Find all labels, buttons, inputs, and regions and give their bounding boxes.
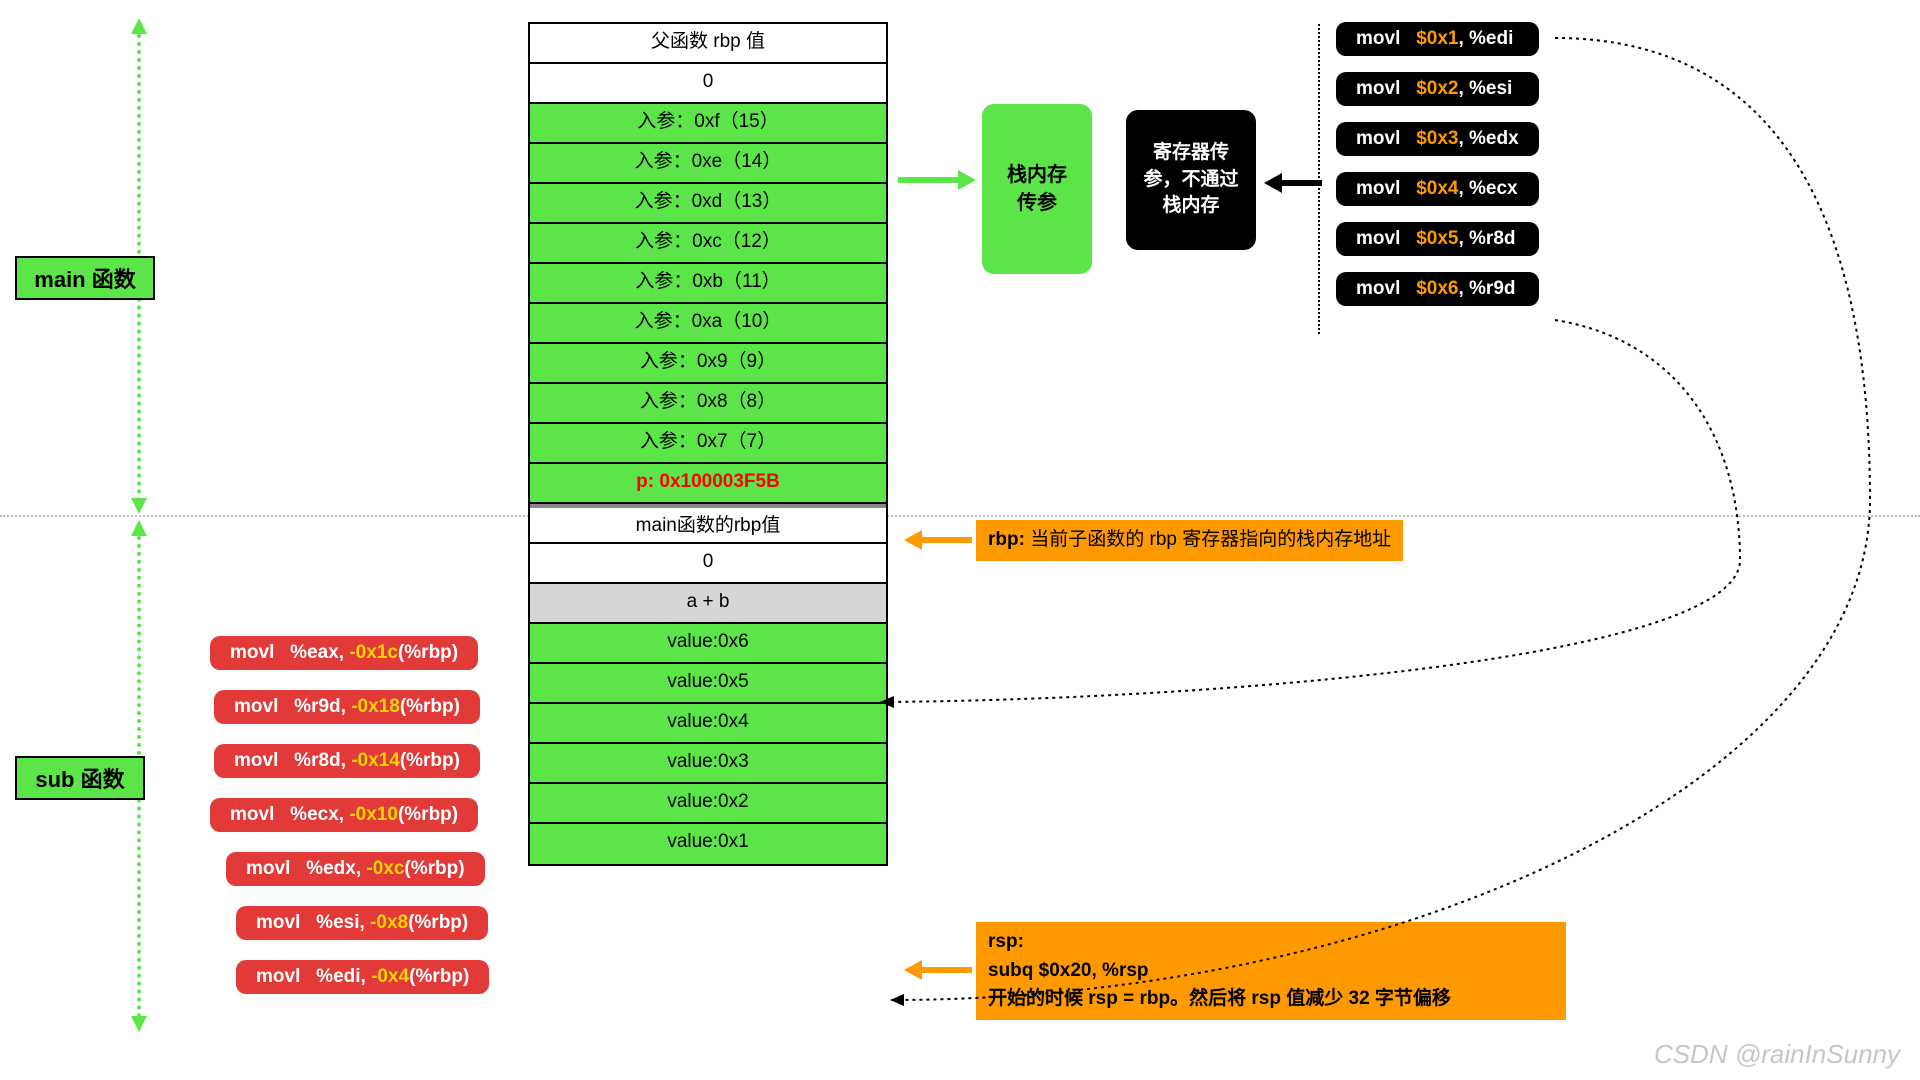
asm-left-item: movl %edi, -0x4(%rbp) — [236, 960, 489, 994]
stack-row: 入参：0xa（10） — [530, 304, 886, 344]
stack-row: 入参：0xf（15） — [530, 104, 886, 144]
black-callout: 寄存器传参，不通过栈内存 — [1126, 110, 1256, 250]
asm-right-item: movl $0x6, %r9d — [1336, 272, 1539, 306]
stack-row: value:0x5 — [530, 664, 886, 704]
stack-row-ab: a + b — [530, 584, 886, 624]
asm-right-list: movl $0x1, %edi movl $0x2, %esi movl $0x… — [1336, 22, 1539, 306]
stack-row: value:0x3 — [530, 744, 886, 784]
stack-row: value:0x4 — [530, 704, 886, 744]
stack-row: 0 — [530, 64, 886, 104]
arrow-down-main — [131, 498, 147, 514]
main-label: main 函数 — [15, 256, 155, 300]
arrow-asm-to-black — [1264, 173, 1322, 193]
arrow-rbp — [904, 530, 972, 550]
arrow-stack-to-green — [898, 170, 976, 190]
stack-row: value:0x6 — [530, 624, 886, 664]
stack-row: 入参：0x7（7） — [530, 424, 886, 464]
asm-left-item: movl %edx, -0xc(%rbp) — [226, 852, 485, 886]
stack-row: 入参：0x9（9） — [530, 344, 886, 384]
rsp-callout: rsp: subq $0x20, %rsp 开始的时候 rsp = rbp。然后… — [976, 922, 1566, 1020]
asm-right-item: movl $0x4, %ecx — [1336, 172, 1539, 206]
sub-label: sub 函数 — [15, 756, 145, 800]
asm-left-item: movl %ecx, -0x10(%rbp) — [210, 798, 478, 832]
asm-left-item: movl %eax, -0x1c(%rbp) — [210, 636, 478, 670]
stack-row: value:0x2 — [530, 784, 886, 824]
stack-row: 父函数 rbp 值 — [530, 24, 886, 64]
stack-row: 入参：0x8（8） — [530, 384, 886, 424]
asm-left-item: movl %esi, -0x8(%rbp) — [236, 906, 488, 940]
rbp-callout: rbp: 当前子函数的 rbp 寄存器指向的栈内存地址 — [976, 520, 1403, 561]
asm-left-item: movl %r8d, -0x14(%rbp) — [214, 744, 480, 778]
asm-right-item: movl $0x3, %edx — [1336, 122, 1539, 156]
stack-row: 入参：0xe（14） — [530, 144, 886, 184]
asm-right-item: movl $0x5, %r8d — [1336, 222, 1539, 256]
stack-row: value:0x1 — [530, 824, 886, 864]
asm-right-item: movl $0x1, %edi — [1336, 22, 1539, 56]
arrow-up-sub — [131, 520, 147, 536]
section-divider — [0, 515, 1920, 517]
stack-row-return-addr: p: 0x100003F5B — [530, 464, 886, 504]
watermark: CSDN @rainInSunny — [1654, 1039, 1900, 1070]
stack-row: 入参：0xb（11） — [530, 264, 886, 304]
arrow-down-sub — [131, 1016, 147, 1032]
stack-table: 父函数 rbp 值 0 入参：0xf（15） 入参：0xe（14） 入参：0xd… — [528, 22, 888, 866]
asm-left-item: movl %r9d, -0x18(%rbp) — [214, 690, 480, 724]
arrow-rsp — [904, 960, 972, 980]
stack-row-rbp: main函数的rbp值 — [530, 504, 886, 544]
stack-row: 入参：0xc（12） — [530, 224, 886, 264]
stack-row: 0 — [530, 544, 886, 584]
stack-row: 入参：0xd（13） — [530, 184, 886, 224]
asm-right-item: movl $0x2, %esi — [1336, 72, 1539, 106]
green-callout: 栈内存 传参 — [982, 104, 1092, 274]
arrow-up-main — [131, 18, 147, 34]
asm-divider-line — [1318, 24, 1320, 334]
